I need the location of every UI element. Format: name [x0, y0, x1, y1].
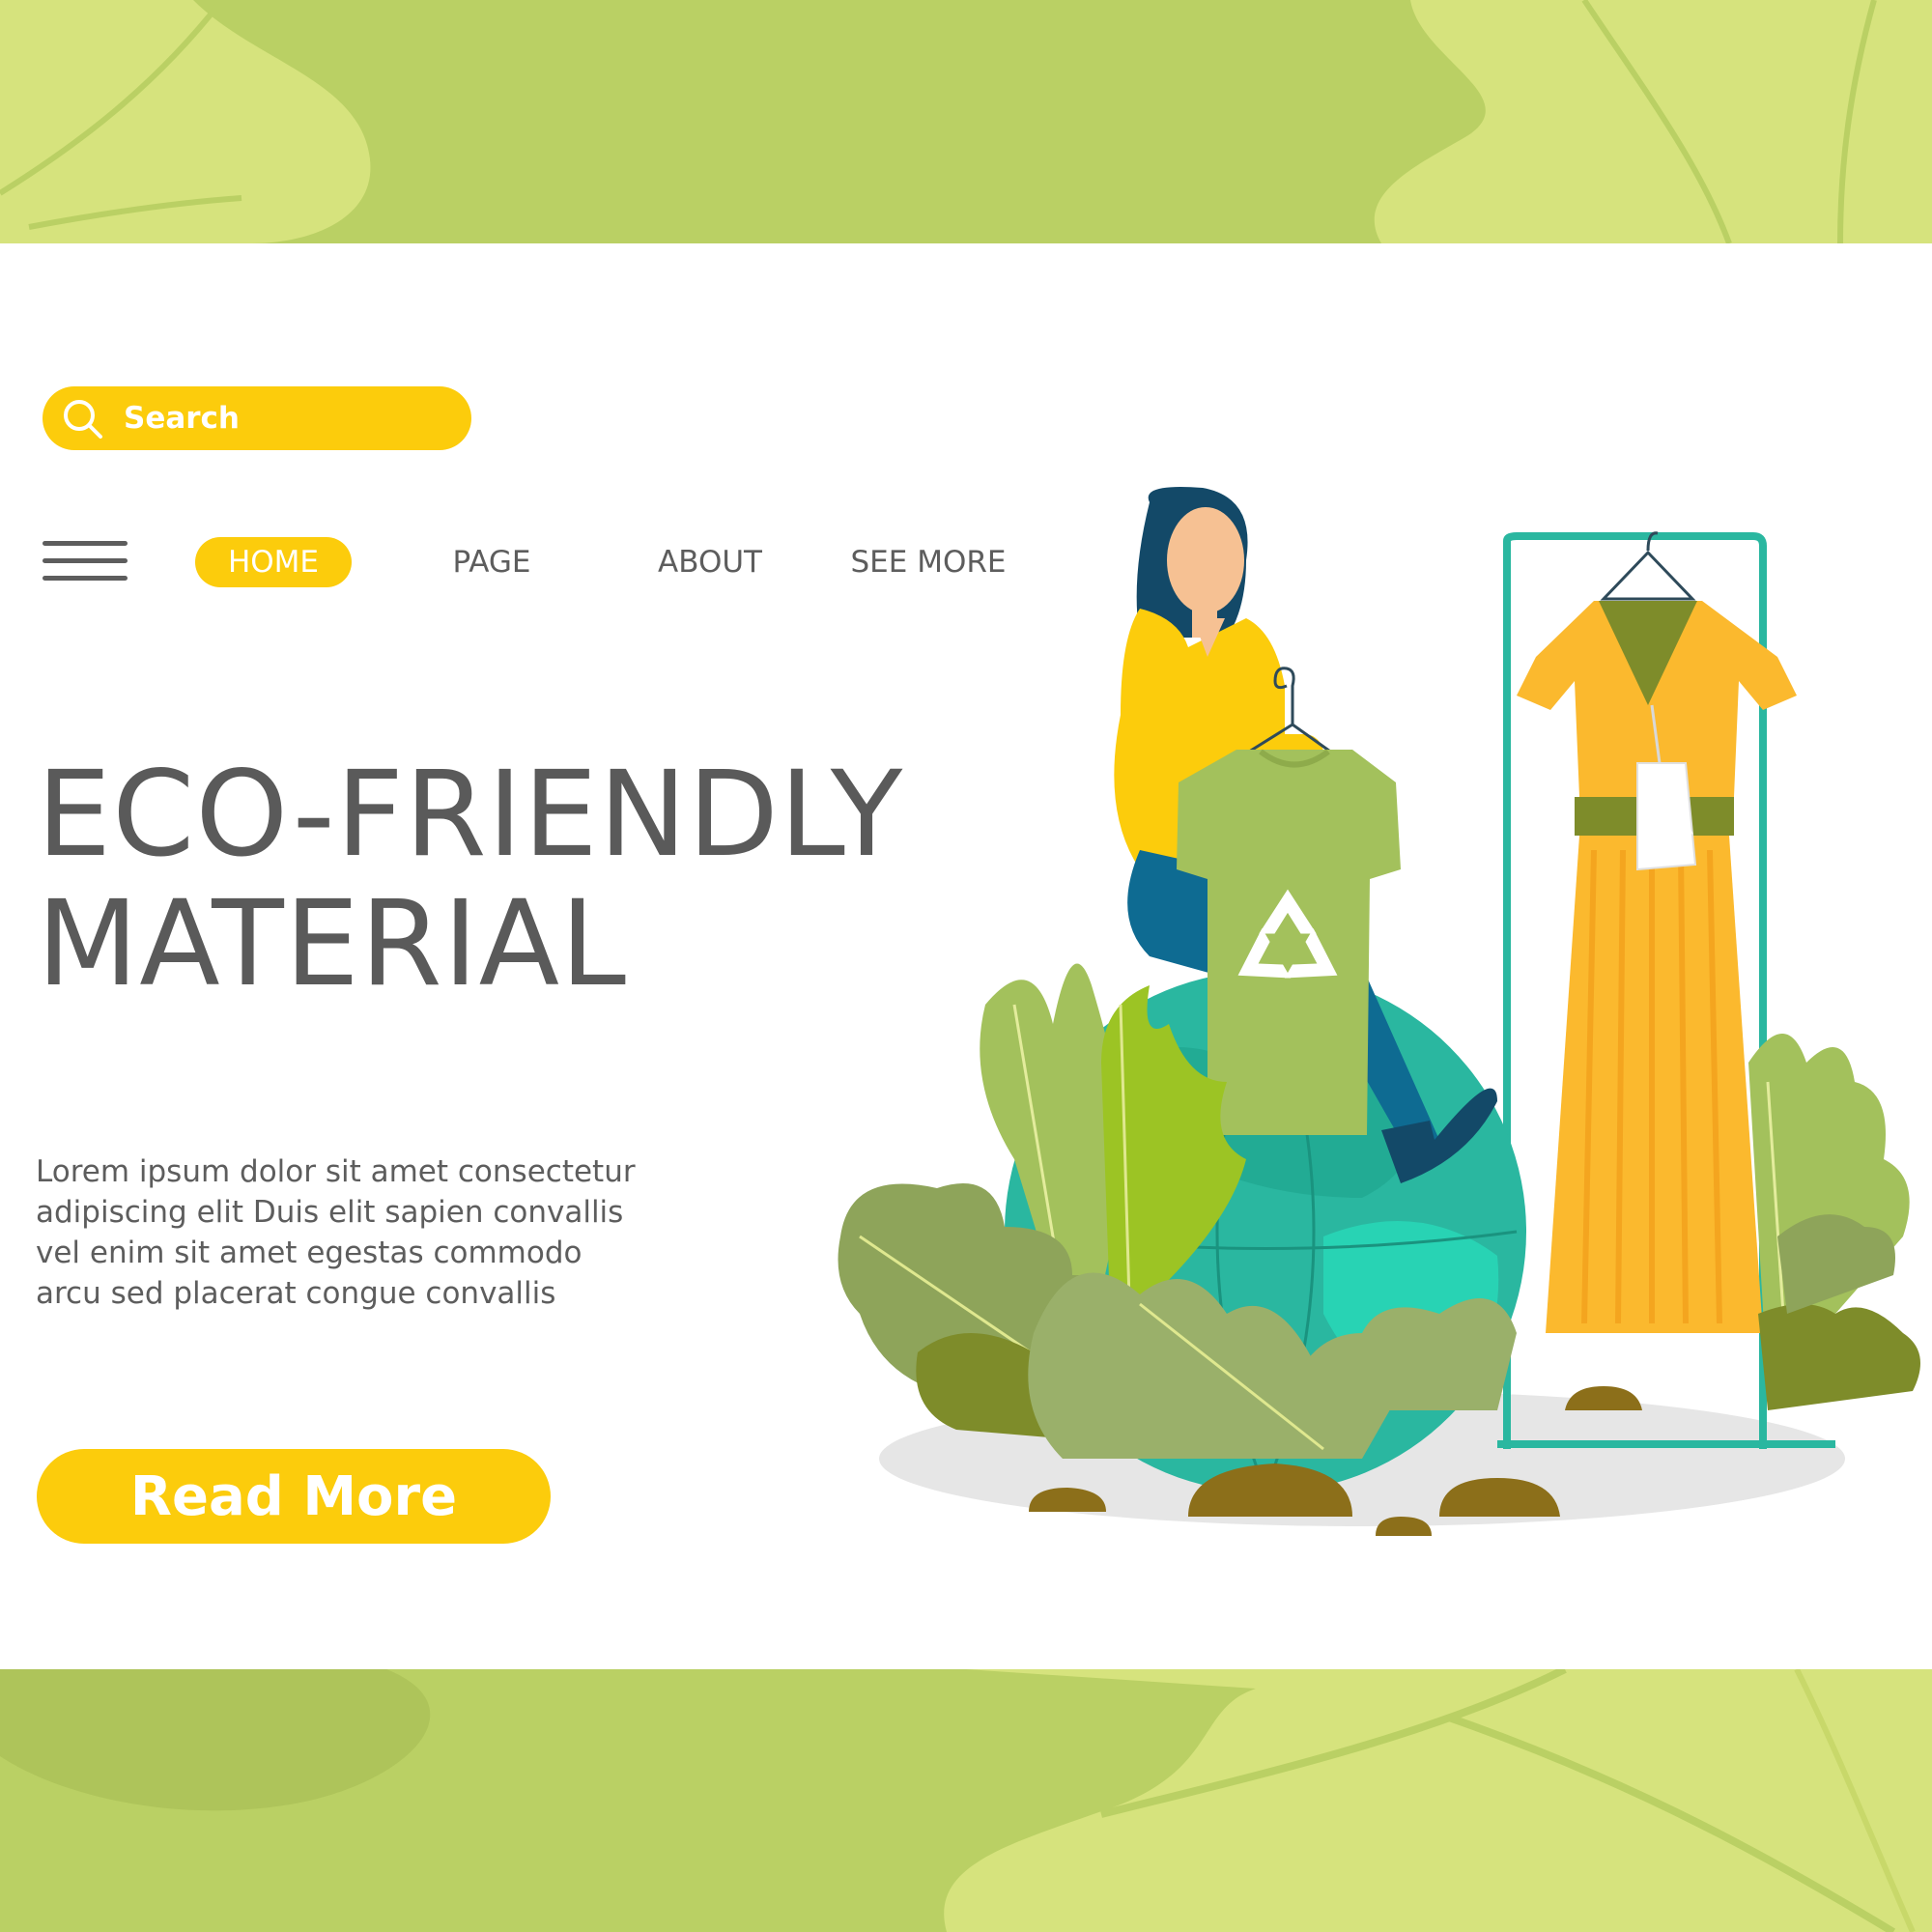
hero-illustration: [821, 464, 1932, 1565]
read-more-button[interactable]: Read More: [37, 1449, 551, 1544]
bottom-decorative-banner: [0, 1669, 1932, 1932]
hero-description-line: arcu sed placerat congue convallis: [36, 1276, 556, 1311]
hero-description-line: adipiscing elit Duis elit sapien convall…: [36, 1195, 624, 1230]
hamburger-menu-icon[interactable]: [43, 537, 128, 585]
search-input[interactable]: [124, 394, 442, 442]
dress-on-hanger: [1517, 531, 1797, 1333]
top-decorative-banner: [0, 0, 1932, 243]
nav-home[interactable]: HOME: [195, 537, 352, 587]
search-bar[interactable]: [43, 386, 471, 450]
hero-description: Lorem ipsum dolor sit amet consectetur a…: [36, 1151, 731, 1314]
hero-title-line-1: ECO-FRIENDLY: [37, 746, 904, 883]
hero-title: ECO-FRIENDLY MATERIAL: [37, 750, 903, 1009]
nav-page[interactable]: PAGE: [433, 537, 551, 587]
hero-title-line-2: MATERIAL: [37, 875, 628, 1012]
hero-description-line: vel enim sit amet egestas commodo: [36, 1236, 582, 1270]
search-icon[interactable]: [62, 398, 104, 440]
nav-about[interactable]: ABOUT: [647, 537, 773, 587]
hero-description-line: Lorem ipsum dolor sit amet consectetur: [36, 1154, 636, 1189]
